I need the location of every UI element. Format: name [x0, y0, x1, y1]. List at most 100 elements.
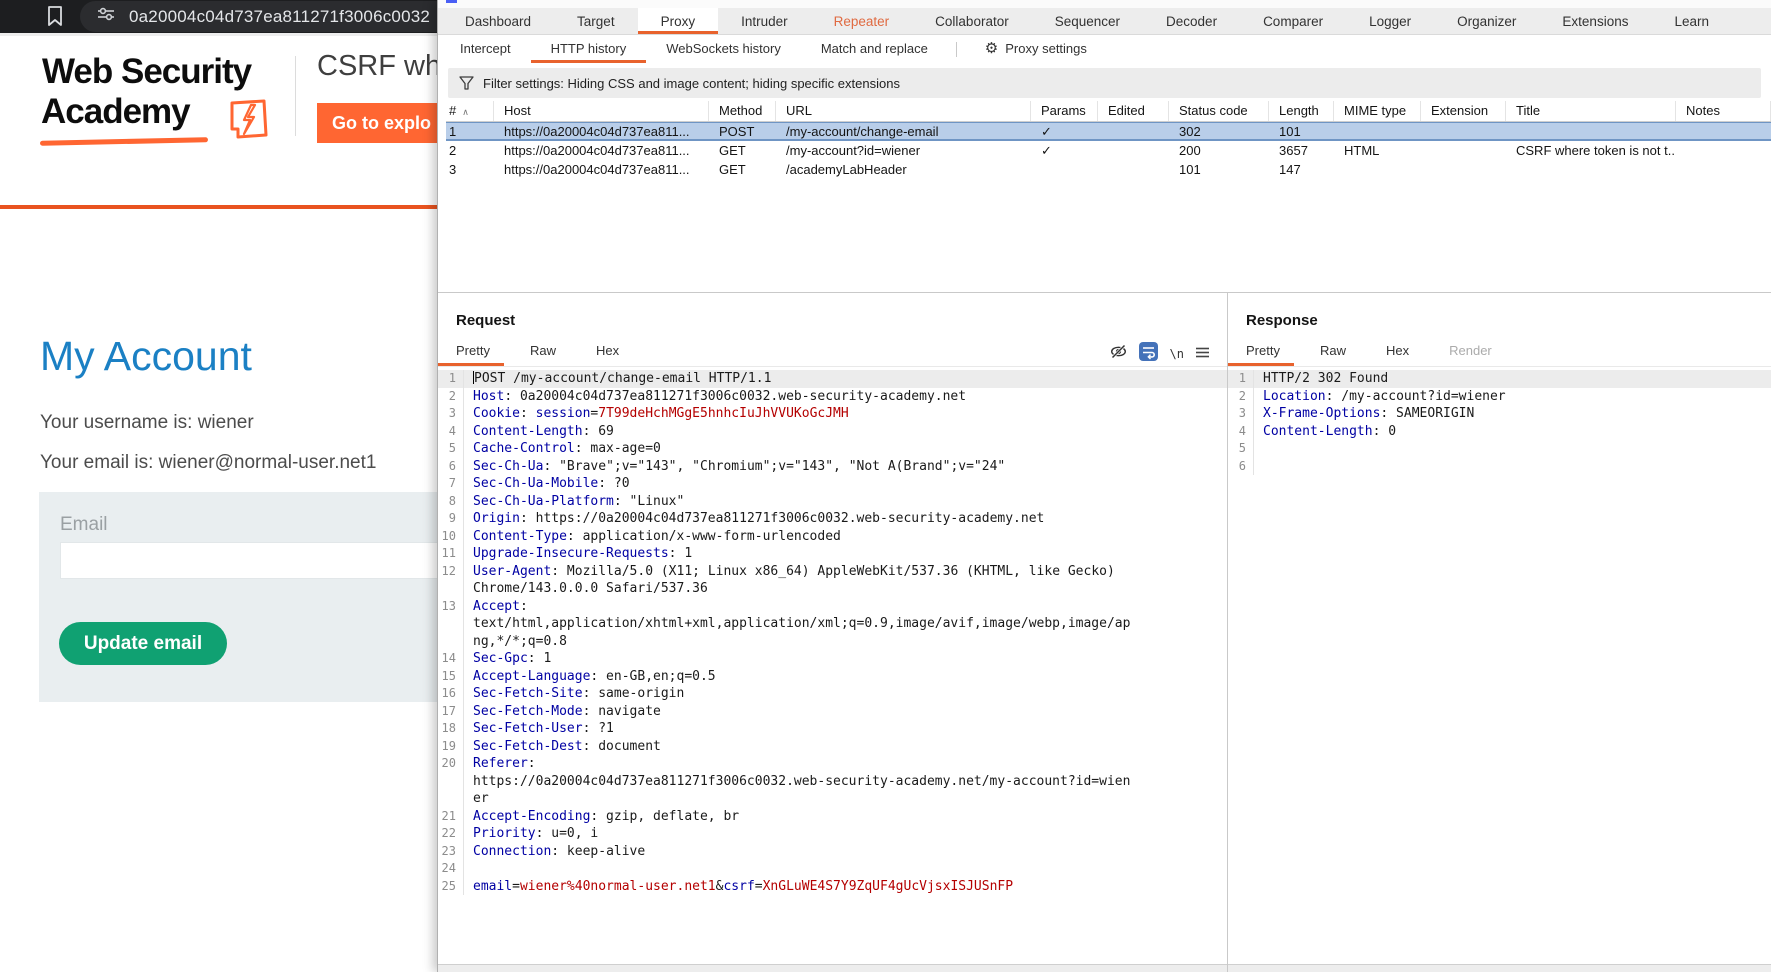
line-number: 23 [438, 842, 464, 860]
column-header-title[interactable]: Title [1506, 101, 1676, 121]
table-cell [1098, 122, 1169, 141]
code-text: Accept: [473, 598, 528, 614]
line-number: 25 [438, 877, 464, 895]
burp-titlebar-edge [438, 0, 1771, 8]
request-pane: Request Pretty Raw Hex \n 1 POST /my-acc… [438, 293, 1227, 972]
request-editor-footer [438, 964, 1227, 972]
table-cell [1334, 160, 1421, 179]
table-row[interactable]: 3 https://0a20004c04d737ea811... GET/acade… [446, 160, 1771, 179]
filter-settings-bar[interactable]: Filter settings: Hiding CSS and image co… [448, 68, 1761, 98]
header-rule [0, 205, 441, 209]
column-header-edited[interactable]: Edited [1098, 101, 1169, 121]
tab-proxy[interactable]: Proxy [637, 8, 719, 34]
tab-comparer[interactable]: Comparer [1240, 8, 1346, 34]
tab-repeater[interactable]: Repeater [811, 8, 913, 34]
column-header-notes[interactable]: Notes [1676, 101, 1771, 121]
subtab-intercept[interactable]: Intercept [440, 35, 531, 63]
line-number: 8 [438, 492, 464, 510]
view-tab-raw[interactable]: Raw [516, 339, 570, 366]
column-header-params[interactable]: Params [1031, 101, 1098, 121]
table-cell [1676, 122, 1771, 141]
line-number [438, 772, 464, 790]
url-text[interactable]: 0a20004c04d737ea811271f3006c0032 [129, 7, 430, 27]
tab-dashboard[interactable]: Dashboard [442, 8, 554, 34]
email-input[interactable] [60, 542, 441, 579]
response-editor[interactable]: 1 HTTP/2 302 Found 2 Location: /my-account?… [1228, 370, 1771, 964]
column-header-#[interactable]: # ∧ [446, 101, 494, 121]
address-bar[interactable]: 0a20004c04d737ea811271f3006c0032 [80, 1, 441, 32]
hide-unimportant-icon[interactable] [1110, 343, 1127, 365]
table-row[interactable]: 1 https://0a20004c04d737ea811... POST/my-a… [446, 122, 1771, 141]
code-text: Sec-Fetch-Mode: navigate [473, 703, 661, 719]
request-editor[interactable]: 1 POST /my-account/change-email HTTP/1.1 2… [438, 370, 1227, 964]
view-tab-pretty[interactable]: Pretty [438, 339, 504, 366]
titlebar-accent [446, 0, 457, 3]
table-cell [1098, 160, 1169, 179]
table-cell [1506, 160, 1676, 179]
tab-sequencer[interactable]: Sequencer [1032, 8, 1143, 34]
tab-target[interactable]: Target [554, 8, 638, 34]
code-line: 11 Upgrade-Insecure-Requests: 1 [438, 545, 1227, 563]
subtab-websockets-history[interactable]: WebSockets history [646, 35, 801, 63]
code-line: Chrome/143.0.0.0 Safari/537.36 [438, 580, 1227, 598]
burp-sub-tabs: Intercept HTTP history WebSockets history M… [438, 35, 1771, 63]
go-to-exploit-server-button[interactable]: Go to explo [317, 103, 441, 143]
column-header-length[interactable]: Length [1269, 101, 1334, 121]
sort-indicator-icon: ∧ [462, 107, 469, 117]
subtab-http-history[interactable]: HTTP history [531, 35, 647, 63]
site-settings-icon[interactable] [97, 6, 115, 27]
table-row[interactable]: 2 https://0a20004c04d737ea811... GET/my-ac… [446, 141, 1771, 160]
code-line: ng,*/*;q=0.8 [438, 632, 1227, 650]
column-header-url[interactable]: URL [776, 101, 1031, 121]
code-text: ng,*/*;q=0.8 [473, 633, 567, 649]
column-header-host[interactable]: Host [494, 101, 709, 121]
show-newlines-toggle[interactable]: \n [1170, 347, 1184, 361]
table-cell: 3 [449, 162, 457, 177]
line-number: 24 [438, 860, 464, 878]
view-tab-hex[interactable]: Hex [582, 339, 633, 366]
tab-logger[interactable]: Logger [1346, 8, 1434, 34]
table-cell [1334, 122, 1421, 141]
tab-extensions[interactable]: Extensions [1539, 8, 1651, 34]
tab-learn[interactable]: Learn [1651, 8, 1732, 34]
code-text: Cookie: session=7T99deHchMGgE5hnhcIuJhVV… [473, 406, 849, 421]
proxy-settings-label: Proxy settings [1005, 41, 1087, 56]
word-wrap-icon[interactable] [1138, 342, 1158, 366]
editor-menu-icon[interactable] [1196, 345, 1209, 363]
subtab-match-and-replace[interactable]: Match and replace [801, 35, 948, 63]
code-line: 1 HTTP/2 302 Found [1228, 370, 1771, 388]
subtab-proxy-settings[interactable]: ⚙ Proxy settings [965, 35, 1107, 63]
code-line: 8 Sec-Ch-Ua-Platform: "Linux" [438, 492, 1227, 510]
view-tab-hex[interactable]: Hex [1372, 339, 1423, 366]
update-email-button[interactable]: Update email [59, 622, 227, 665]
tab-organizer[interactable]: Organizer [1434, 8, 1539, 34]
line-number: 10 [438, 527, 464, 545]
tab-collaborator[interactable]: Collaborator [912, 8, 1032, 34]
table-cell: /academyLabHeader [786, 162, 907, 177]
tab-intruder[interactable]: Intruder [718, 8, 811, 34]
table-cell: ✓ [1041, 143, 1052, 158]
code-line: 3 X-Frame-Options: SAMEORIGIN [1228, 405, 1771, 423]
code-text: Sec-Fetch-Dest: document [473, 738, 661, 754]
column-header-status-code[interactable]: Status code [1169, 101, 1269, 121]
table-cell: 2 [449, 143, 457, 158]
code-line: text/html,application/xhtml+xml,applicat… [438, 615, 1227, 633]
bookmark-icon[interactable] [45, 5, 65, 32]
code-line: 17 Sec-Fetch-Mode: navigate [438, 702, 1227, 720]
tab-decoder[interactable]: Decoder [1143, 8, 1240, 34]
code-text: Sec-Ch-Ua-Mobile: ?0 [473, 476, 630, 491]
code-line: https://0a20004c04d737ea811271f3006c0032… [438, 772, 1227, 790]
table-cell: GET [719, 162, 746, 177]
view-tab-raw[interactable]: Raw [1306, 339, 1360, 366]
line-number: 12 [438, 562, 464, 580]
line-number: 2 [438, 387, 464, 405]
column-header-mime-type[interactable]: MIME type [1334, 101, 1421, 121]
column-header-method[interactable]: Method [709, 101, 776, 121]
view-tab-render[interactable]: Render [1435, 339, 1506, 366]
code-line: 25 email=wiener%40normal-user.net1&csrf=X… [438, 877, 1227, 895]
view-tab-pretty[interactable]: Pretty [1228, 339, 1294, 366]
column-header-extension[interactable]: Extension [1421, 101, 1506, 121]
http-table-rows: 1 https://0a20004c04d737ea811... POST/my-a… [446, 122, 1771, 179]
line-number: 4 [1228, 422, 1254, 440]
